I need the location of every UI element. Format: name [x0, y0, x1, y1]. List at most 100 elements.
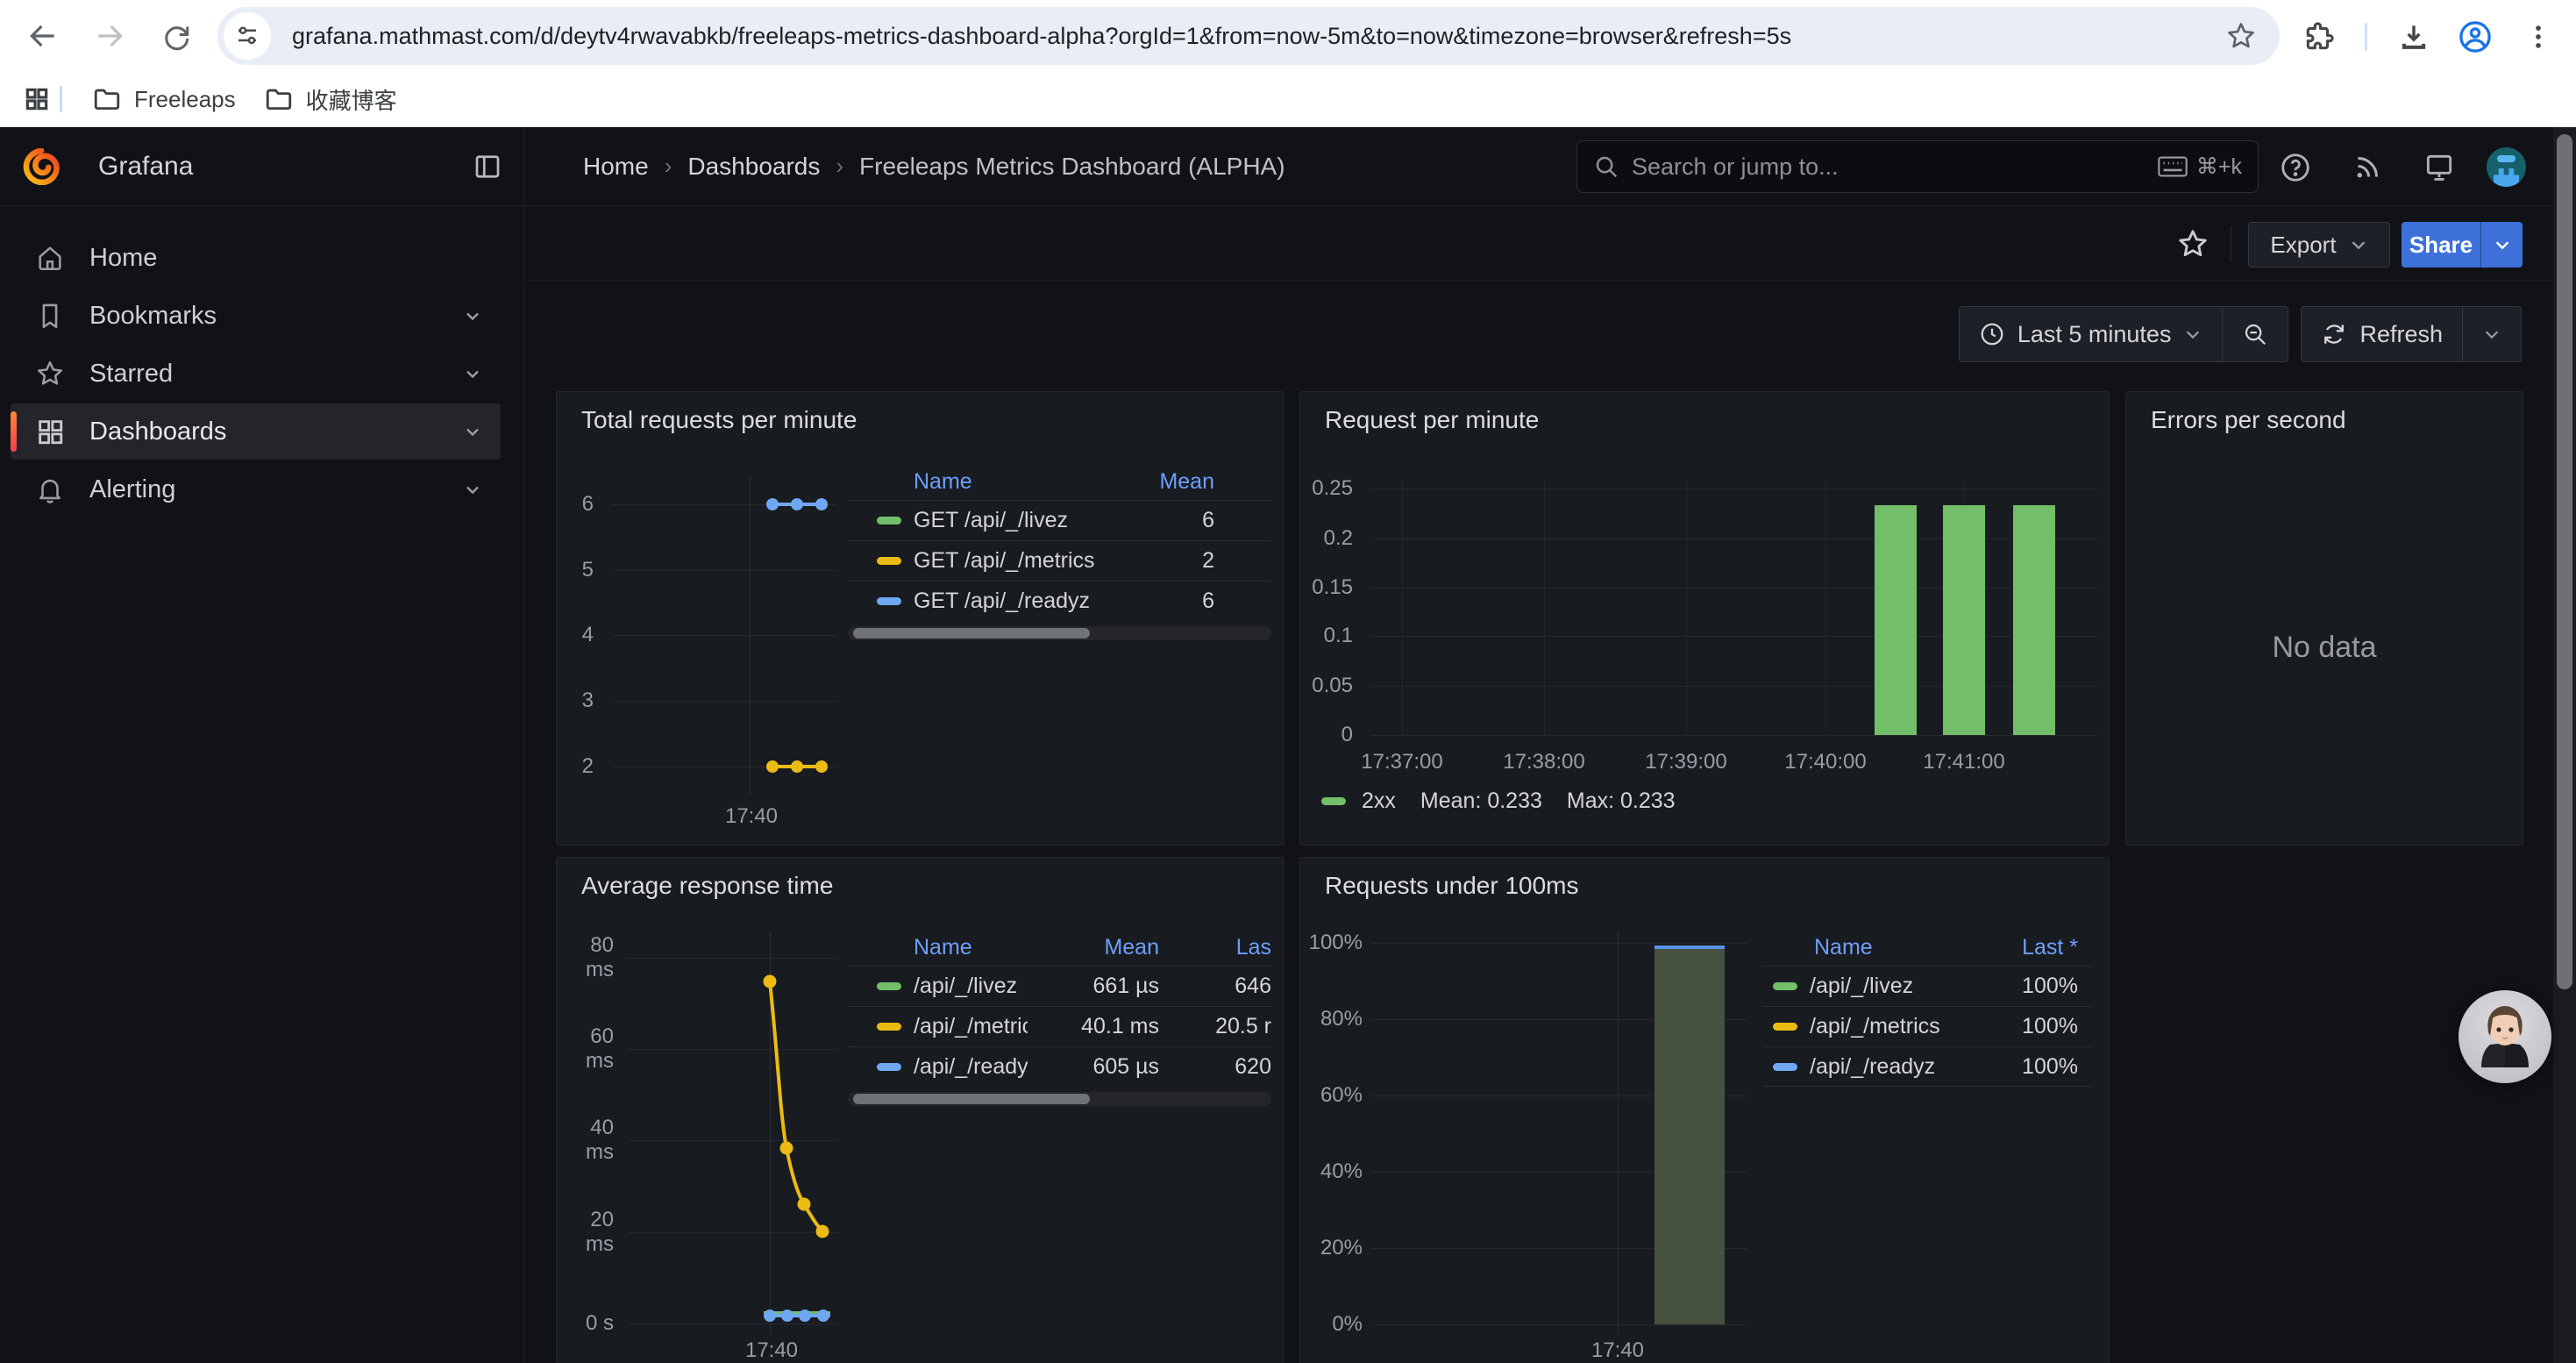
- zoom-out-icon: [2242, 321, 2268, 347]
- zoom-out-button[interactable]: [2223, 307, 2288, 361]
- chevron-down-icon[interactable]: [462, 305, 483, 326]
- extensions-icon[interactable]: [2300, 18, 2338, 56]
- apps-grid-icon[interactable]: [23, 85, 51, 113]
- sidebar-item-bookmarks[interactable]: Bookmarks: [11, 288, 501, 344]
- panel-title: Errors per second: [2151, 406, 2346, 434]
- legend-table: Name Last * /api/_/livez 100% /api/_/met…: [1762, 929, 2093, 1087]
- series-swatch-yellow: [1773, 1023, 1797, 1031]
- legend-scrollbar[interactable]: [848, 1092, 1271, 1106]
- legend-row[interactable]: /api/_/readyz 100%: [1762, 1046, 2093, 1087]
- legend-row[interactable]: /api/_/livez 100%: [1762, 966, 2093, 1006]
- panel-errors-per-second[interactable]: Errors per second No data: [2125, 391, 2523, 846]
- legend-row[interactable]: /api/_/metrics 40.1 ms 20.5 r: [848, 1006, 1271, 1046]
- bookmark-folder-blogs[interactable]: 收藏博客: [250, 76, 411, 123]
- chevron-down-icon[interactable]: [462, 363, 483, 384]
- refresh-button[interactable]: Refresh: [2302, 307, 2462, 361]
- time-range-picker[interactable]: Last 5 minutes: [1960, 307, 2223, 361]
- sidebar-toggle-icon[interactable]: [472, 151, 503, 182]
- search-icon: [1593, 153, 1619, 180]
- breadcrumb: Home › Dashboards › Freeleaps Metrics Da…: [583, 127, 1285, 205]
- browser-menu-icon[interactable]: [2519, 18, 2558, 56]
- legend-table: Name Mean Las /api/_/livez 661 µs 646 /a…: [848, 929, 1271, 1106]
- dashboards-grid-icon: [35, 417, 65, 446]
- breadcrumb-home[interactable]: Home: [583, 153, 649, 181]
- scrollbar-thumb[interactable]: [2557, 134, 2572, 989]
- legend-scrollbar[interactable]: [848, 626, 1271, 640]
- series-swatch-green: [877, 982, 901, 990]
- sidebar-item-dashboards[interactable]: Dashboards: [11, 403, 501, 460]
- forward-icon[interactable]: [88, 14, 132, 58]
- bookmark-folder-label: Freeleaps: [134, 86, 236, 113]
- site-settings-icon[interactable]: [224, 12, 271, 60]
- page-scrollbar[interactable]: [2553, 127, 2576, 1363]
- bookmark-star-icon[interactable]: [2222, 17, 2260, 55]
- chevron-down-icon: [2349, 235, 2368, 254]
- legend-row[interactable]: GET /api/_/livez 6: [848, 500, 1271, 540]
- time-controls: Last 5 minutes Refresh: [1959, 306, 2522, 362]
- legend-header: Name Mean: [848, 463, 1271, 500]
- share-button[interactable]: Share: [2402, 222, 2480, 268]
- news-rss-icon[interactable]: [2350, 150, 2385, 185]
- reload-icon[interactable]: [154, 14, 198, 58]
- panel-avg-response-time[interactable]: Average response time 80 ms 60 ms 40 ms …: [556, 857, 1284, 1363]
- star-icon: [35, 359, 65, 389]
- series-swatch-blue: [877, 1063, 901, 1071]
- refresh-interval-button[interactable]: [2463, 307, 2521, 361]
- legend-table: Name Mean GET /api/_/livez 6 GET /api/_/…: [848, 463, 1271, 640]
- back-icon[interactable]: [21, 14, 65, 58]
- series-swatch-green: [1321, 797, 1346, 805]
- bar-2xx: [2013, 505, 2055, 735]
- legend-series-label[interactable]: 2xx: [1362, 789, 1396, 814]
- search-placeholder: Search or jump to...: [1632, 153, 2158, 181]
- series-swatch-green: [1773, 982, 1797, 990]
- legend-header: Name Last *: [1762, 929, 2093, 966]
- monitor-icon[interactable]: [2422, 150, 2457, 185]
- panel-requests-under-100ms[interactable]: Requests under 100ms 100% 80% 60% 40% 20…: [1299, 857, 2110, 1363]
- grafana-logo-icon[interactable]: [23, 148, 60, 185]
- bookmark-folder-label: 收藏博客: [306, 83, 397, 116]
- brand-title: Grafana: [98, 152, 193, 182]
- export-button[interactable]: Export: [2248, 222, 2390, 268]
- bookmark-icon: [35, 301, 65, 331]
- address-bar[interactable]: grafana.mathmast.com/d/deytv4rwavabkb/fr…: [217, 7, 2280, 65]
- legend-row[interactable]: /api/_/metrics 100%: [1762, 1006, 2093, 1046]
- sidebar-item-home[interactable]: Home: [11, 230, 501, 286]
- grafana-topnav: Grafana Home › Dashboards › Freeleaps Me…: [0, 127, 2576, 206]
- search-shortcut: ⌘+k: [2158, 153, 2242, 180]
- share-menu-button[interactable]: [2480, 222, 2523, 268]
- url-text[interactable]: grafana.mathmast.com/d/deytv4rwavabkb/fr…: [292, 23, 2222, 50]
- sidebar-item-alerting[interactable]: Alerting: [11, 461, 501, 517]
- browser-toolbar: grafana.mathmast.com/d/deytv4rwavabkb/fr…: [0, 0, 2576, 72]
- bookmark-folder-freeleaps[interactable]: Freeleaps: [78, 77, 250, 121]
- org-avatar[interactable]: [2487, 147, 2526, 187]
- chevron-down-icon: [2482, 325, 2501, 344]
- help-icon[interactable]: [2278, 150, 2313, 185]
- assistant-avatar[interactable]: [2459, 990, 2551, 1083]
- chevron-down-icon[interactable]: [462, 479, 483, 500]
- search-input[interactable]: Search or jump to... ⌘+k: [1576, 140, 2259, 193]
- no-data-message: No data: [2126, 631, 2523, 665]
- dashboard-canvas: Last 5 minutes Refresh: [525, 282, 2576, 1363]
- breadcrumb-current: Freeleaps Metrics Dashboard (ALPHA): [859, 153, 1285, 181]
- legend-mean: Mean: 0.233: [1420, 789, 1542, 814]
- legend-row[interactable]: GET /api/_/readyz 6: [848, 581, 1271, 621]
- chevron-down-icon: [2183, 325, 2202, 344]
- chevron-down-icon: [2493, 235, 2512, 254]
- panel-title: Total requests per minute: [581, 406, 857, 434]
- downloads-icon[interactable]: [2395, 18, 2433, 56]
- profile-icon[interactable]: [2456, 18, 2494, 56]
- panel-total-requests[interactable]: Total requests per minute 6 5 4 3 2 17:4…: [556, 391, 1284, 846]
- home-icon: [35, 243, 65, 273]
- breadcrumb-separator: ›: [836, 153, 843, 180]
- breadcrumb-dashboards[interactable]: Dashboards: [687, 153, 820, 181]
- legend-row[interactable]: /api/_/readyz 605 µs 620: [848, 1046, 1271, 1087]
- chevron-down-icon[interactable]: [462, 421, 483, 442]
- legend-row[interactable]: GET /api/_/metrics 2: [848, 540, 1271, 581]
- refresh-group: Refresh: [2301, 306, 2522, 362]
- favorite-star-icon[interactable]: [2174, 225, 2212, 263]
- legend-row[interactable]: /api/_/livez 661 µs 646: [848, 966, 1271, 1006]
- sidebar-item-starred[interactable]: Starred: [11, 346, 501, 402]
- panel-request-per-minute[interactable]: Request per minute 0.25 0.2 0.15 0.1 0.0…: [1299, 391, 2110, 846]
- series-swatch-green: [877, 517, 901, 525]
- screen: grafana.mathmast.com/d/deytv4rwavabkb/fr…: [0, 0, 2576, 1363]
